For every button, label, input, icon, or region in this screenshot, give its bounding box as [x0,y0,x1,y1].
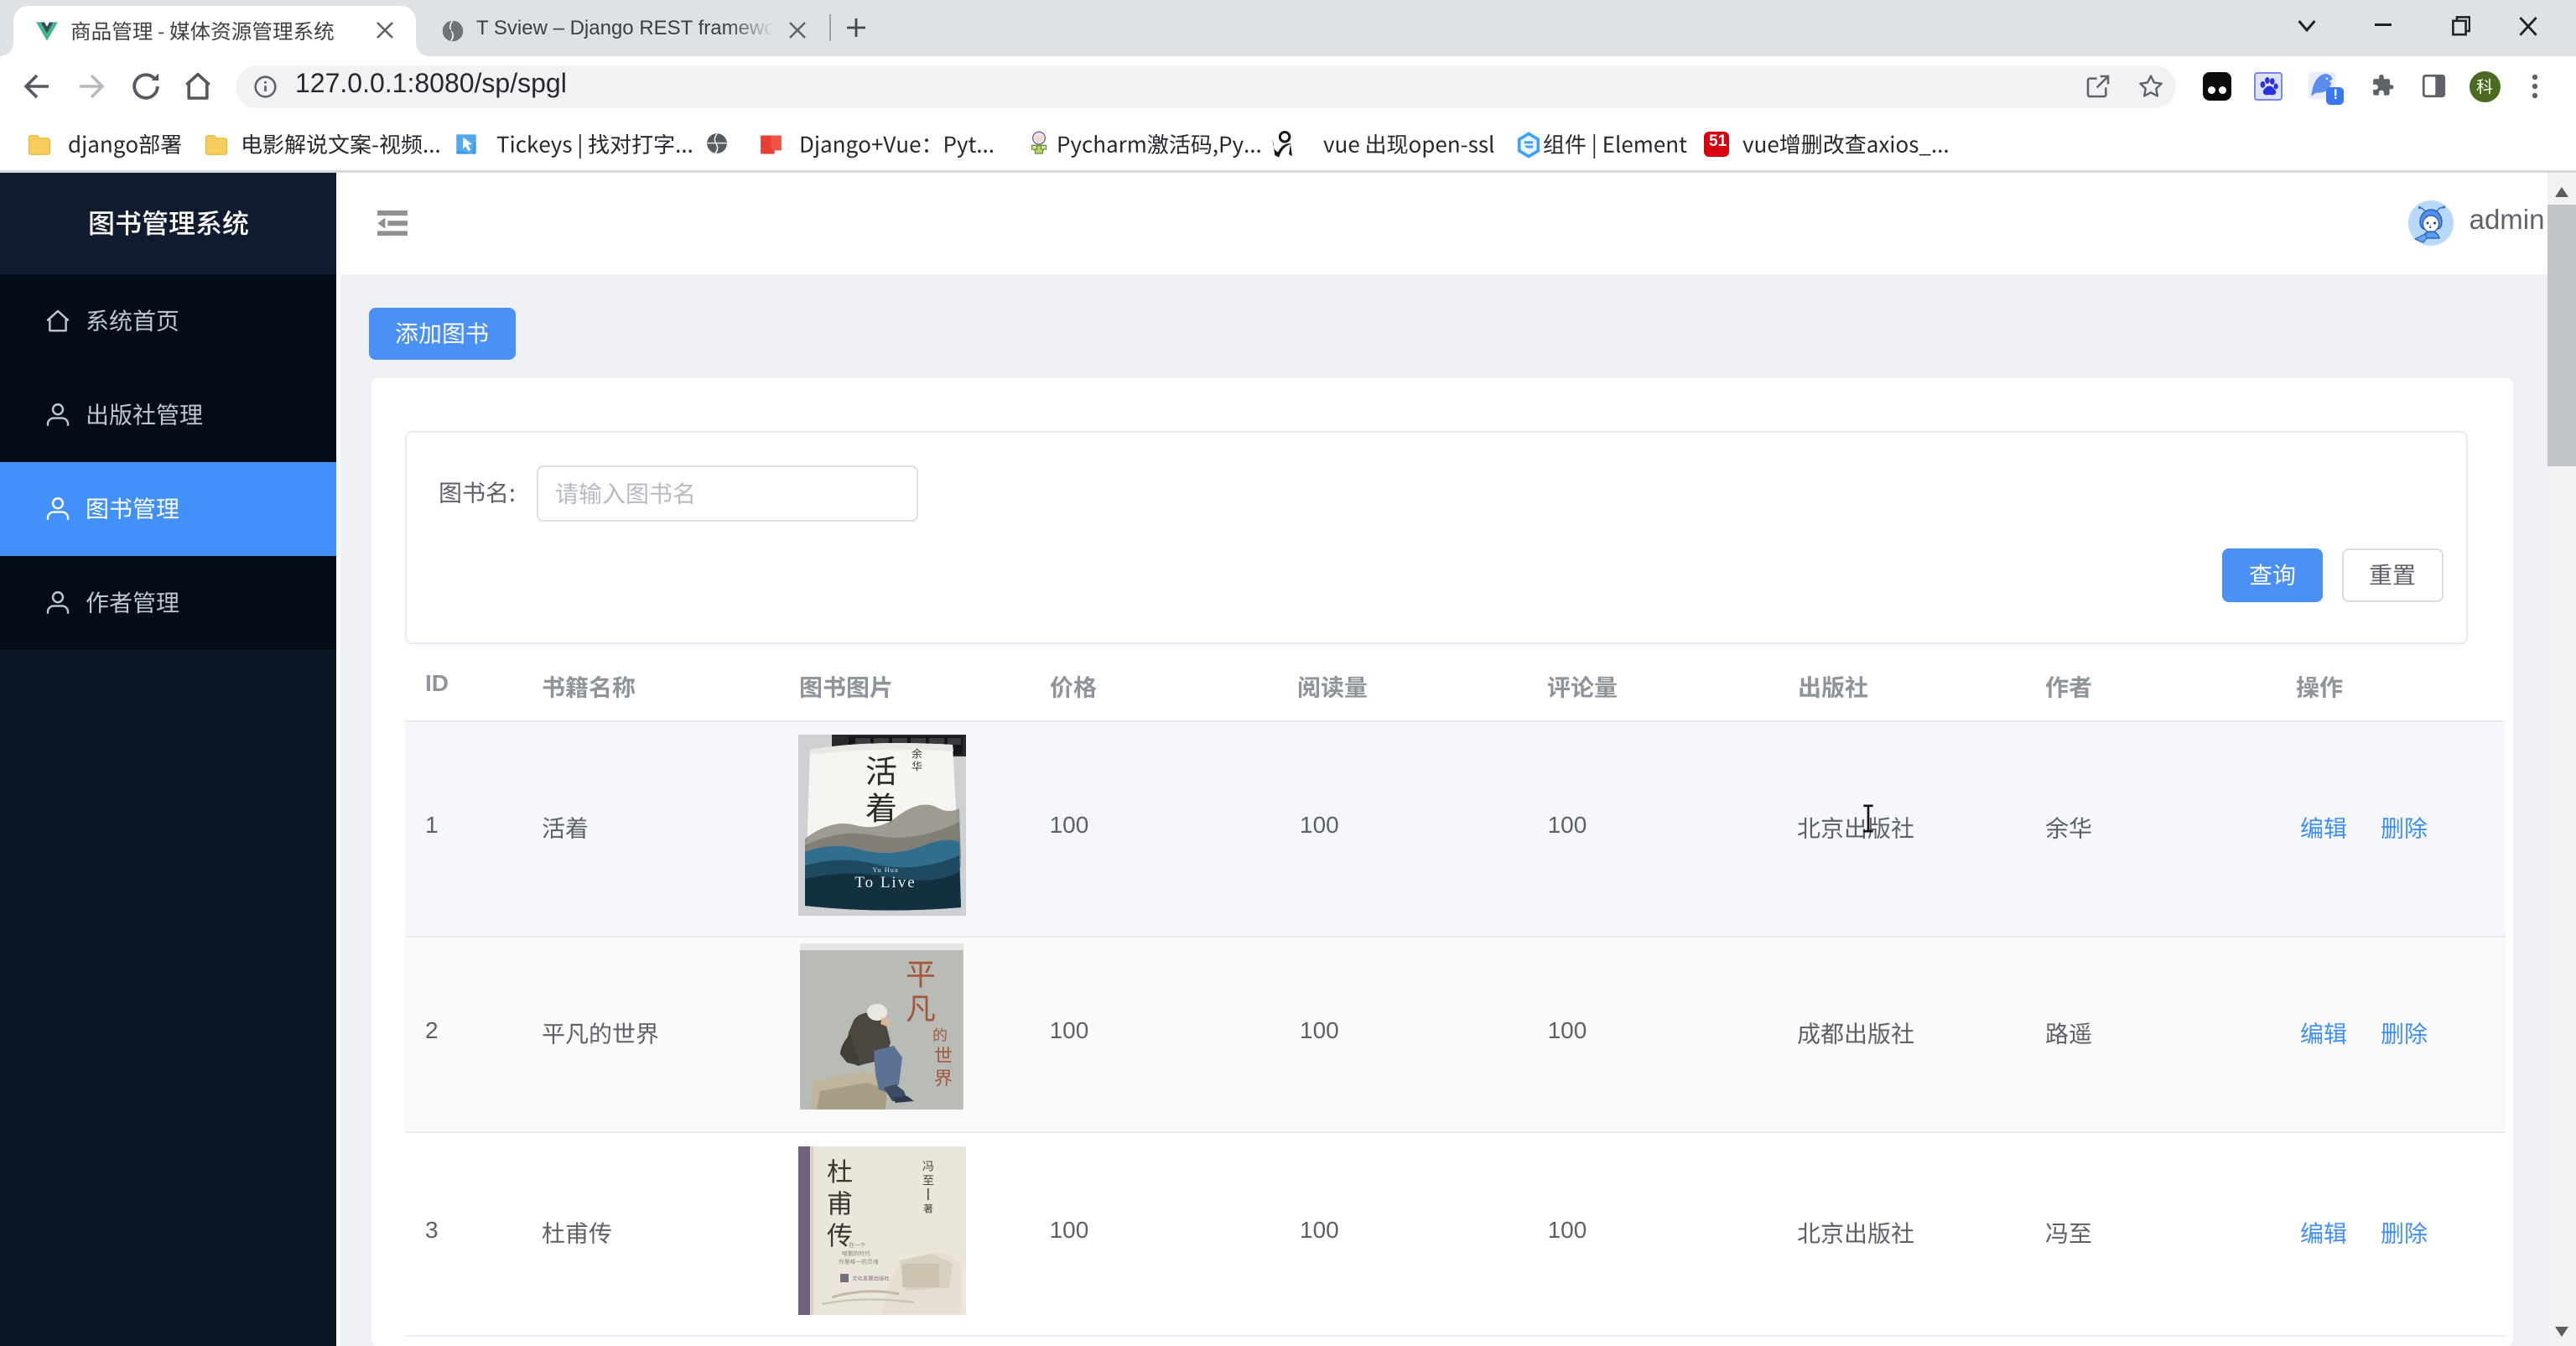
svg-text:Yu Hua: Yu Hua [872,866,898,874]
svg-text:To Live: To Live [854,874,916,891]
